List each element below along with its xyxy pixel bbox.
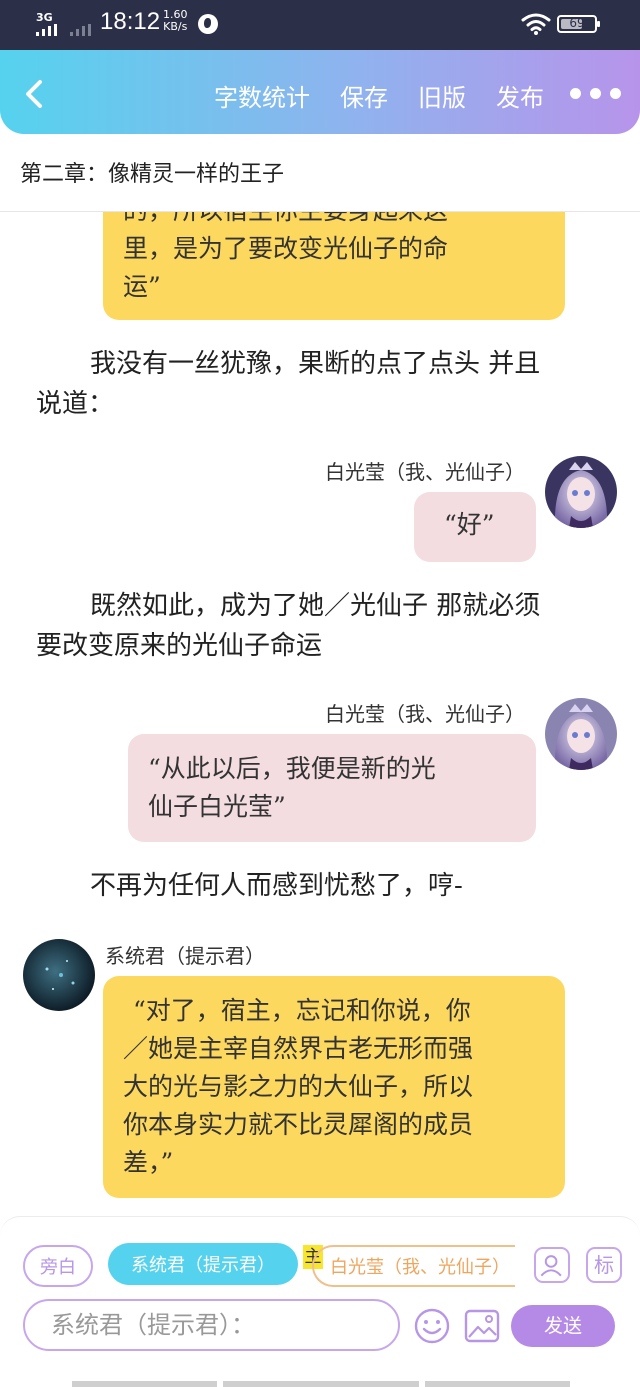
message-line: “对了，宿主，忘记和你说，你 <box>133 996 471 1025</box>
message-input[interactable]: 系统君（提示君）： <box>23 1299 400 1351</box>
system-character-chip[interactable]: 系统君（提示君） <box>108 1243 298 1285</box>
send-button[interactable]: 发送 <box>511 1305 615 1347</box>
narration-text[interactable]: 我没有一丝犹豫，果断的点了点头 并且 说道： <box>36 344 616 424</box>
narration-line: 我没有一丝犹豫，果断的点了点头 并且 <box>90 349 541 379</box>
self-character-chip[interactable]: 白光莹（我、光仙子） <box>312 1245 515 1287</box>
narration-line: 说道： <box>36 389 115 419</box>
narration-text[interactable]: 不再为任何人而感到忧愁了，哼- <box>36 866 616 906</box>
home-indicator <box>72 1381 217 1387</box>
message-line: “好” <box>444 510 495 539</box>
galaxy-avatar-icon <box>23 939 95 1011</box>
message-line: 大的光与影之力的大仙子，所以 <box>123 1072 474 1101</box>
home-indicator <box>223 1381 419 1387</box>
message-line: “从此以后，我便是新的光 <box>148 754 436 783</box>
avatar[interactable] <box>545 456 617 528</box>
signal-icon <box>36 24 57 36</box>
save-button[interactable]: 保存 <box>340 78 388 113</box>
emoji-icon[interactable] <box>413 1307 451 1345</box>
battery-level: 69 <box>569 16 585 30</box>
speaker-name: 白光莹（我、光仙子） <box>325 702 525 726</box>
message-line: 你本身实力就不比灵犀阁的成员 <box>123 1110 474 1139</box>
message-line: 里，是为了要改变光仙子的命 <box>123 234 449 263</box>
narration-line: 既然如此，成为了她／光仙子 那就必须 <box>90 591 541 621</box>
system-message-bubble[interactable]: “对了，宿主，忘记和你说，你 ／她是主宰自然界古老无形而强 大的光与影之力的大仙… <box>103 976 565 1198</box>
avatar[interactable] <box>23 939 95 1011</box>
word-count-button[interactable]: 字数统计 <box>214 78 310 113</box>
self-message-bubble[interactable]: “好” <box>414 492 536 562</box>
editor-toolbar: 字数统计 保存 旧版 发布 <box>0 50 640 134</box>
chevron-left-icon[interactable] <box>18 74 54 114</box>
old-version-button[interactable]: 旧版 <box>418 78 466 113</box>
message-line: 运” <box>123 272 161 301</box>
message-line: 的，所以宿主你主要身起来这 <box>123 212 545 230</box>
vpn-icon <box>198 14 218 34</box>
character-icon[interactable] <box>534 1247 570 1283</box>
mark-button[interactable]: 标 <box>586 1247 622 1283</box>
fairy-avatar-icon <box>545 698 617 770</box>
narration-line: 要改变原来的光仙子命运 <box>36 631 323 661</box>
avatar[interactable] <box>545 698 617 770</box>
network-speed: 1.60 KB/s <box>163 9 188 33</box>
clock: 18:12 <box>100 8 161 35</box>
network-speed-unit: KB/s <box>163 20 188 33</box>
chapter-header: 第二章：像精灵一样的王子 <box>0 134 640 212</box>
narration-line: 不再为任何人而感到忧愁了，哼- <box>90 871 463 901</box>
network-type: 3G <box>36 11 53 24</box>
image-icon[interactable] <box>463 1307 501 1345</box>
wifi-icon <box>521 13 551 35</box>
message-line: 差，” <box>123 1148 174 1177</box>
message-line: 仙子白光莹” <box>148 792 286 821</box>
chapter-title[interactable]: 第二章：像精灵一样的王子 <box>20 156 284 188</box>
home-indicator <box>425 1381 570 1387</box>
self-message-bubble[interactable]: “从此以后，我便是新的光 仙子白光莹” <box>128 734 536 842</box>
narrator-chip[interactable]: 旁白 <box>23 1245 93 1287</box>
speaker-name: 白光莹（我、光仙子） <box>325 460 525 484</box>
message-line: ／她是主宰自然界古老无形而强 <box>123 1034 474 1063</box>
speaker-name: 系统君（提示君） <box>105 944 265 968</box>
battery-icon: 69 <box>557 15 600 33</box>
signal-secondary-icon <box>70 24 91 36</box>
narration-text[interactable]: 既然如此，成为了她／光仙子 那就必须 要改变原来的光仙子命运 <box>36 586 616 666</box>
message-editor: 旁白 系统君（提示君） 主 白光莹（我、光仙子） 标 系统君（提示君）： 发送 <box>0 1216 640 1387</box>
publish-button[interactable]: 发布 <box>496 78 544 113</box>
fairy-avatar-icon <box>545 456 617 528</box>
system-message-bubble[interactable]: 的，所以宿主你主要身起来这 里，是为了要改变光仙子的命 运” <box>103 212 565 320</box>
status-bar: 3G 18:12 1.60 KB/s 69 <box>0 0 640 50</box>
story-content[interactable]: 的，所以宿主你主要身起来这 里，是为了要改变光仙子的命 运” 我没有一丝犹豫，果… <box>0 212 640 1216</box>
more-dots-icon[interactable] <box>570 88 621 99</box>
